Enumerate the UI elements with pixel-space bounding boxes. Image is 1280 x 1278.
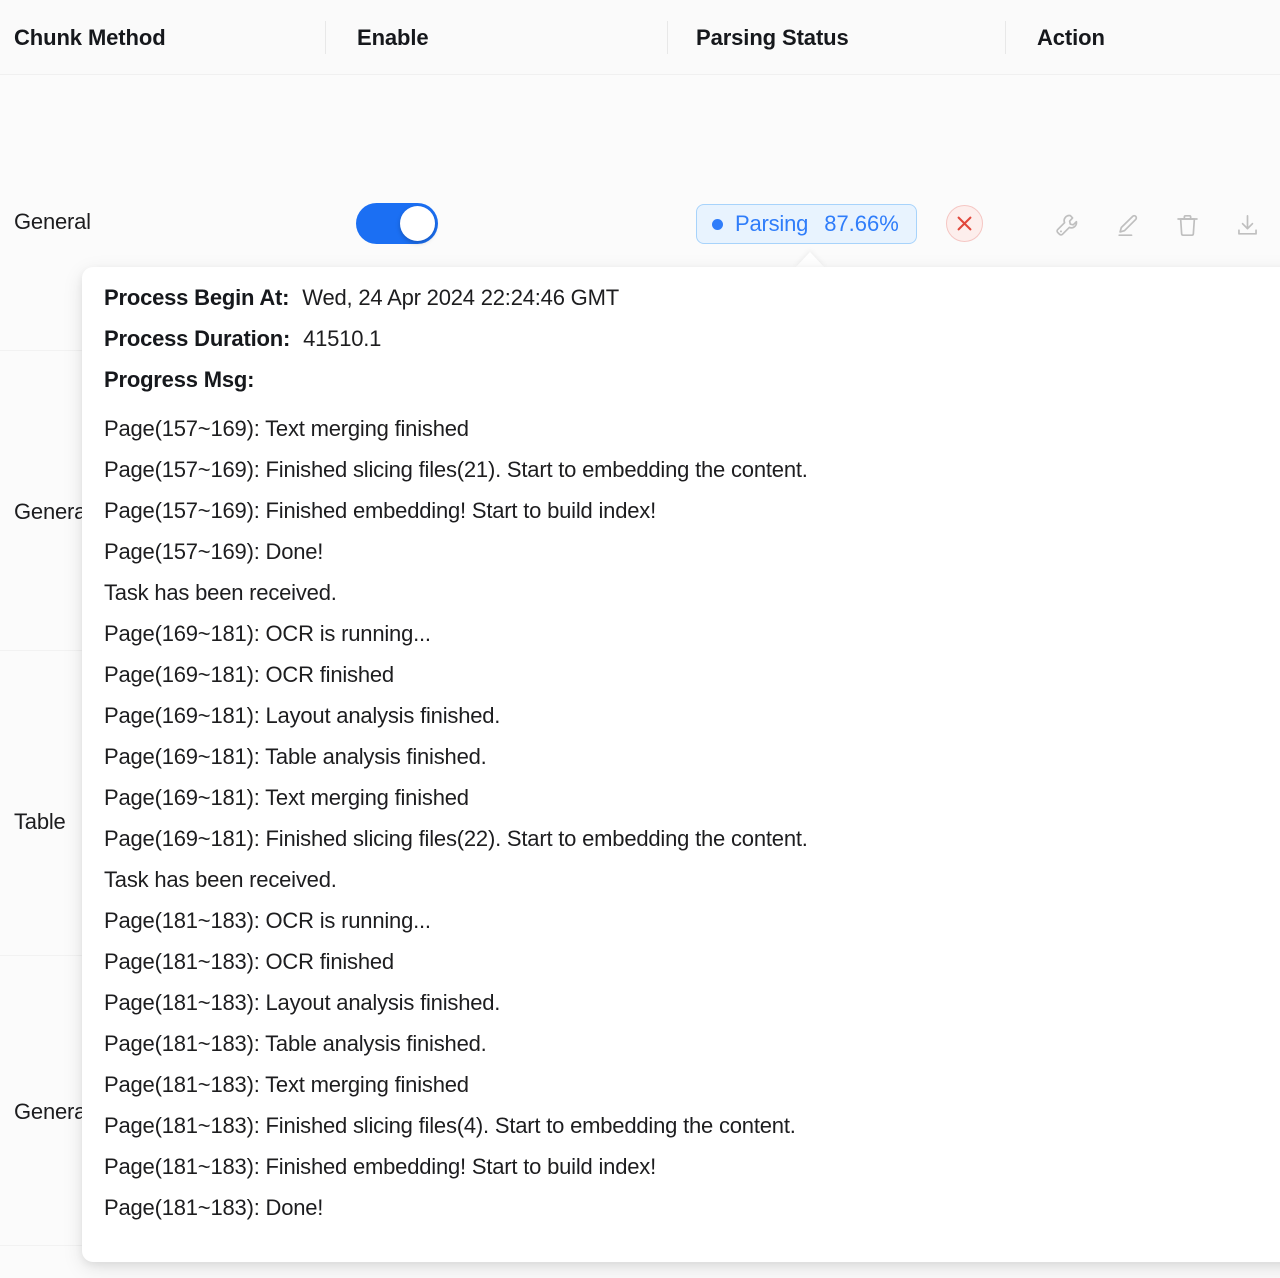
progress-message-line: Page(169~181): Table analysis finished. — [82, 736, 1280, 777]
progress-message-line: Page(181~183): Done! — [82, 1187, 1280, 1228]
download-button[interactable] — [1228, 206, 1266, 244]
field-label: Progress Msg: — [104, 367, 254, 393]
progress-message-line: Page(169~181): Text merging finished — [82, 777, 1280, 818]
toggle-knob — [400, 206, 435, 241]
table-header: Chunk Method Enable Parsing Status Actio… — [0, 0, 1280, 75]
trash-icon — [1174, 212, 1201, 239]
wrench-icon — [1054, 212, 1081, 239]
table-row: Table — [14, 809, 66, 835]
progress-message-line: Task has been received. — [82, 572, 1280, 613]
progress-message-line: Page(157~169): Text merging finished — [82, 408, 1280, 449]
progress-message-line: Page(181~183): Finished slicing files(4)… — [82, 1105, 1280, 1146]
progress-message-line: Page(157~169): Done! — [82, 531, 1280, 572]
popover-arrow — [795, 252, 825, 268]
progress-message-line: Page(169~181): OCR is running... — [82, 613, 1280, 654]
status-label: Parsing — [735, 211, 808, 237]
popover-field-progress-msg: Progress Msg: — [82, 367, 1280, 408]
progress-message-line: Page(181~183): OCR is running... — [82, 900, 1280, 941]
download-icon — [1234, 212, 1261, 239]
field-label: Process Begin At: — [104, 285, 289, 311]
progress-message-line: Page(169~181): OCR finished — [82, 654, 1280, 695]
delete-button[interactable] — [1168, 206, 1206, 244]
table-row: General — [14, 1099, 91, 1125]
pencil-icon — [1114, 212, 1141, 239]
status-percent: 87.66% — [824, 211, 899, 237]
progress-message-line: Page(181~183): Text merging finished — [82, 1064, 1280, 1105]
close-icon — [955, 214, 974, 233]
column-divider — [667, 21, 668, 54]
progress-message-line: Page(181~183): Finished embedding! Start… — [82, 1146, 1280, 1187]
field-label: Process Duration: — [104, 326, 290, 352]
parsing-status-popover: Process Begin At: Wed, 24 Apr 2024 22:24… — [82, 267, 1280, 1262]
progress-message-line: Page(157~169): Finished embedding! Start… — [82, 490, 1280, 531]
progress-message-line: Page(157~169): Finished slicing files(21… — [82, 449, 1280, 490]
progress-message-line: Page(181~183): Table analysis finished. — [82, 1023, 1280, 1064]
column-divider — [325, 21, 326, 54]
column-header-enable: Enable — [357, 0, 429, 75]
table-row: General — [14, 209, 91, 235]
wrench-button[interactable] — [1048, 206, 1086, 244]
progress-message-line: Task has been received. — [82, 859, 1280, 900]
cancel-parsing-button[interactable] — [946, 205, 983, 242]
field-value: Wed, 24 Apr 2024 22:24:46 GMT — [302, 285, 619, 311]
popover-field-process-duration: Process Duration: 41510.1 — [82, 326, 1280, 367]
progress-message-line: Page(169~181): Layout analysis finished. — [82, 695, 1280, 736]
popover-field-process-begin-at: Process Begin At: Wed, 24 Apr 2024 22:24… — [82, 285, 1280, 326]
table-row: General — [14, 499, 91, 525]
field-value: 41510.1 — [303, 326, 381, 352]
progress-message-line: Page(181~183): Layout analysis finished. — [82, 982, 1280, 1023]
status-badge[interactable]: Parsing 87.66% — [696, 204, 917, 244]
column-header-action: Action — [1037, 0, 1105, 75]
progress-message-line: Page(181~183): OCR finished — [82, 941, 1280, 982]
progress-message-line: Page(169~181): Finished slicing files(22… — [82, 818, 1280, 859]
column-divider — [1005, 21, 1006, 54]
edit-button[interactable] — [1108, 206, 1146, 244]
column-header-chunk-method: Chunk Method — [14, 0, 166, 75]
column-header-parsing-status: Parsing Status — [696, 0, 849, 75]
status-dot-icon — [712, 219, 723, 230]
enable-toggle[interactable] — [356, 203, 438, 244]
row-action-buttons — [1048, 206, 1266, 244]
